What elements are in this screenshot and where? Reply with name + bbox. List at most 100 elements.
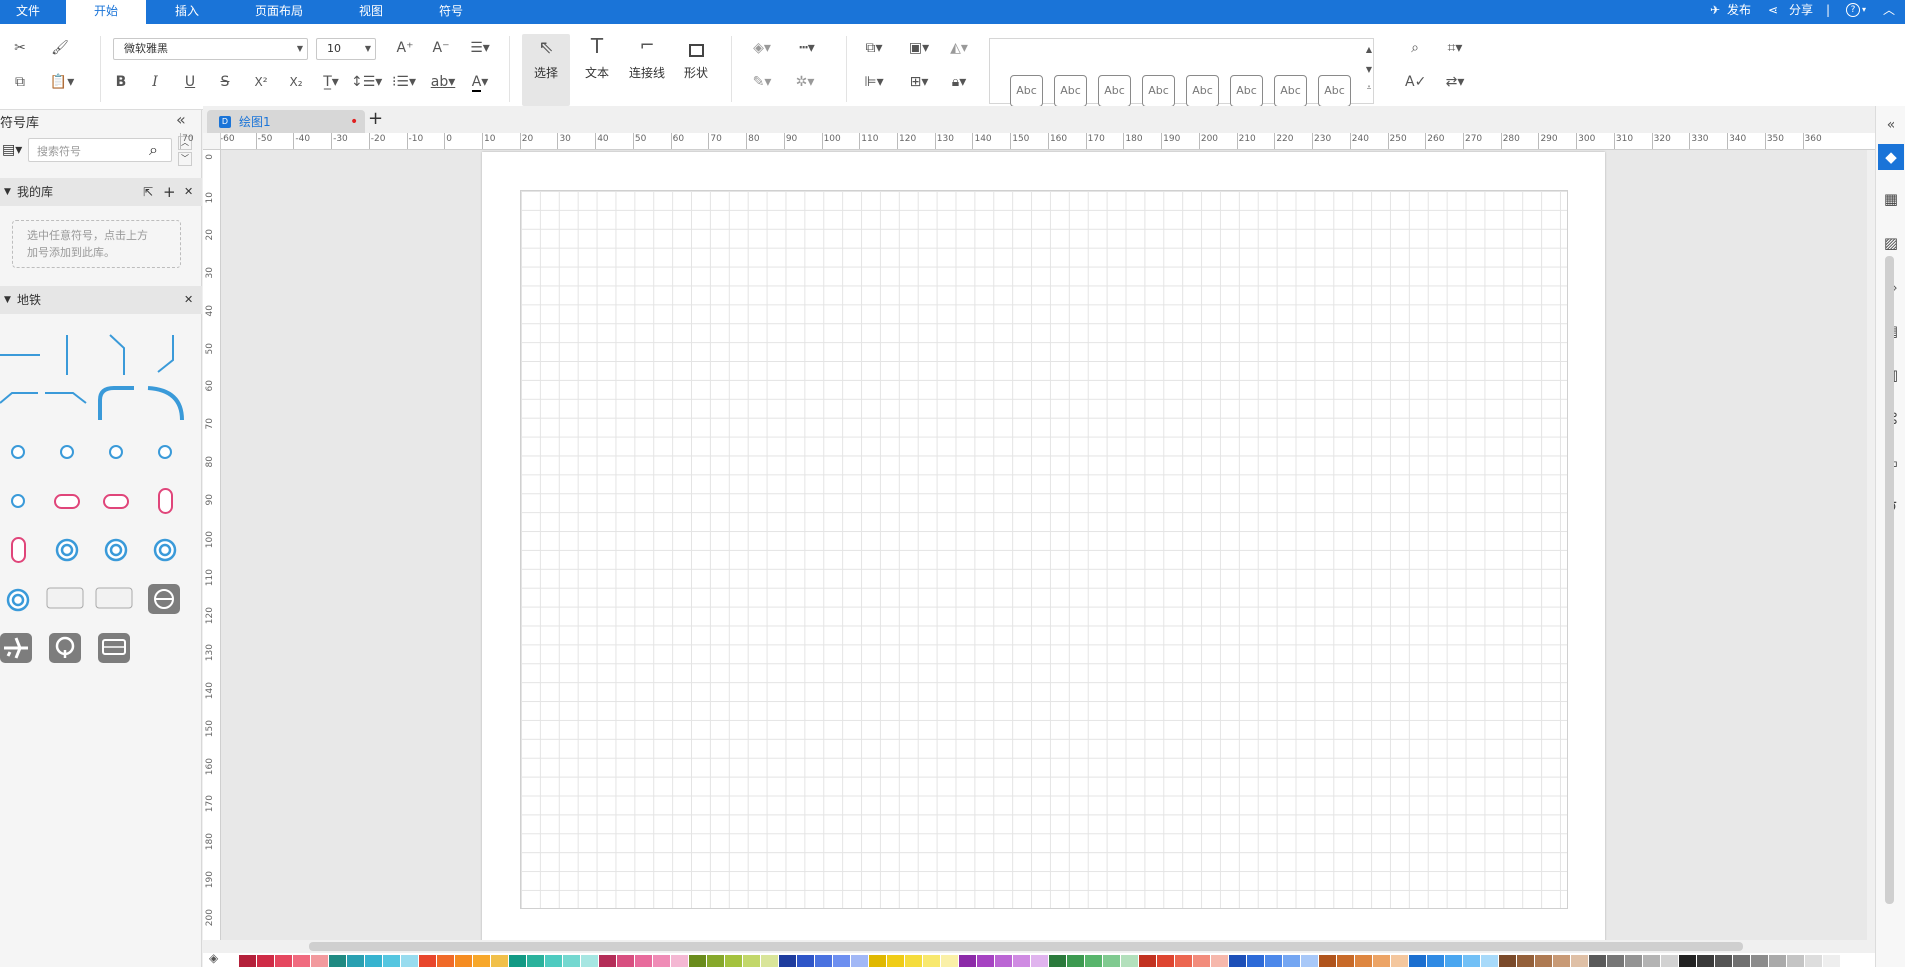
effects-icon[interactable]: ✲▾ [790,74,820,90]
metro-station[interactable] [11,494,25,508]
color-swatch[interactable] [1193,955,1210,967]
search-icon[interactable]: ⌕ [149,140,158,160]
pointer-icon[interactable]: ⇖ [534,39,558,57]
menu-tab-file[interactable]: 文件 [0,0,56,24]
strikethrough-icon[interactable]: S [216,74,234,90]
color-swatch[interactable] [1175,955,1192,967]
color-swatch[interactable] [1139,955,1156,967]
replace-shape-icon[interactable]: ⇄▾ [1440,74,1470,90]
color-swatch[interactable] [401,955,418,967]
color-swatch[interactable] [653,955,670,967]
color-swatch[interactable] [1373,955,1390,967]
color-swatch[interactable] [311,955,328,967]
color-swatch[interactable] [1571,955,1588,967]
horizontal-scrollbar[interactable] [309,942,1743,951]
highlight-icon[interactable]: ab▾ [428,74,458,90]
text-direction-icon[interactable]: T̲▾ [318,74,344,90]
color-swatch[interactable] [689,955,706,967]
publish-button[interactable]: 发布 [1727,0,1751,24]
color-swatch[interactable] [509,955,526,967]
color-swatch[interactable] [707,955,724,967]
color-swatch[interactable] [1247,955,1264,967]
color-swatch[interactable] [1553,955,1570,967]
color-swatch[interactable] [1319,955,1336,967]
color-swatch[interactable] [293,955,310,967]
color-swatch[interactable] [1787,955,1804,967]
connector-icon[interactable]: ⌐ [634,37,660,55]
color-swatch[interactable] [743,955,760,967]
color-swatch[interactable] [1715,955,1732,967]
color-swatch[interactable] [1445,955,1462,967]
metro-line-curve[interactable] [147,386,184,421]
shape-tool-button[interactable]: 形状 [673,64,719,81]
color-swatch[interactable] [1157,955,1174,967]
collapse-ribbon-icon[interactable]: ︿ [1883,0,1895,24]
color-swatch[interactable] [815,955,832,967]
color-swatch[interactable] [1391,955,1408,967]
color-swatch[interactable] [1463,955,1480,967]
color-swatch[interactable] [473,955,490,967]
metro-station[interactable] [11,445,25,459]
color-swatch[interactable] [1211,955,1228,967]
expand-sidebar-icon[interactable]: « [1878,112,1904,138]
style-sample[interactable]: Abc [1098,75,1131,107]
metro-station[interactable] [60,445,74,459]
help-icon[interactable]: ? [1846,3,1860,17]
text-tool-icon[interactable]: T [585,36,609,56]
color-swatch[interactable] [1283,955,1300,967]
gallery-down-icon[interactable]: ▼ [1364,62,1374,78]
color-swatch[interactable] [1607,955,1624,967]
select-tool-button[interactable]: 选择 [523,64,569,81]
text-tool-button[interactable]: 文本 [574,64,620,81]
metro-line-bend[interactable] [157,335,174,373]
color-swatch[interactable] [257,955,274,967]
color-swatch[interactable] [1085,955,1102,967]
style-sample[interactable]: Abc [1274,75,1307,107]
color-swatch[interactable] [905,955,922,967]
color-swatch[interactable] [1679,955,1696,967]
color-swatch[interactable] [833,955,850,967]
rectangle-shape-icon[interactable] [689,44,704,57]
connector-tool-button[interactable]: 连接线 [624,64,670,81]
style-sample[interactable]: Abc [1142,75,1175,107]
color-swatch[interactable] [329,955,346,967]
menu-tab-symbol[interactable]: 符号 [424,0,478,24]
color-swatch[interactable] [1697,955,1714,967]
search-input[interactable]: 搜索符号 ⌕ [28,138,172,162]
bring-front-icon[interactable]: ⧉▾ [860,40,888,56]
gallery-more-icon[interactable]: ⩡ [1364,80,1374,96]
color-swatch[interactable] [1625,955,1642,967]
color-swatch[interactable] [1643,955,1660,967]
color-swatch[interactable] [1841,955,1858,967]
color-swatch[interactable] [1499,955,1516,967]
collapse-panel-icon[interactable]: « [176,110,186,129]
metro-label-box[interactable] [95,587,133,609]
color-swatch[interactable] [563,955,580,967]
color-swatch[interactable] [1733,955,1750,967]
style-sample[interactable]: Abc [1318,75,1351,107]
color-swatch[interactable] [455,955,472,967]
color-swatch[interactable] [725,955,742,967]
color-swatch[interactable] [419,955,436,967]
color-swatch[interactable] [671,955,688,967]
style-panel-icon[interactable]: ◆ [1878,144,1904,170]
color-swatch[interactable] [599,955,616,967]
publish-icon[interactable]: ✈ [1710,0,1720,24]
font-color-icon[interactable]: A▾ [466,74,494,92]
share-button[interactable]: 分享 [1789,0,1813,24]
metro-transfer-station[interactable] [54,494,80,509]
superscript-icon[interactable]: X² [250,74,272,90]
color-swatch[interactable] [1031,955,1048,967]
color-swatch[interactable] [851,955,868,967]
color-swatch[interactable] [941,955,958,967]
metro-station[interactable] [158,445,172,459]
bullet-list-icon[interactable]: ⁝☰▾ [390,74,418,90]
metro-line-corner[interactable] [45,392,87,404]
color-swatch[interactable] [797,955,814,967]
subscript-icon[interactable]: X₂ [285,74,307,90]
flip-icon[interactable]: ◭▾ [944,40,974,56]
color-swatch[interactable] [437,955,454,967]
menu-tab-view[interactable]: 视图 [344,0,398,24]
metro-transfer-station[interactable] [103,494,129,509]
color-swatch[interactable] [635,955,652,967]
